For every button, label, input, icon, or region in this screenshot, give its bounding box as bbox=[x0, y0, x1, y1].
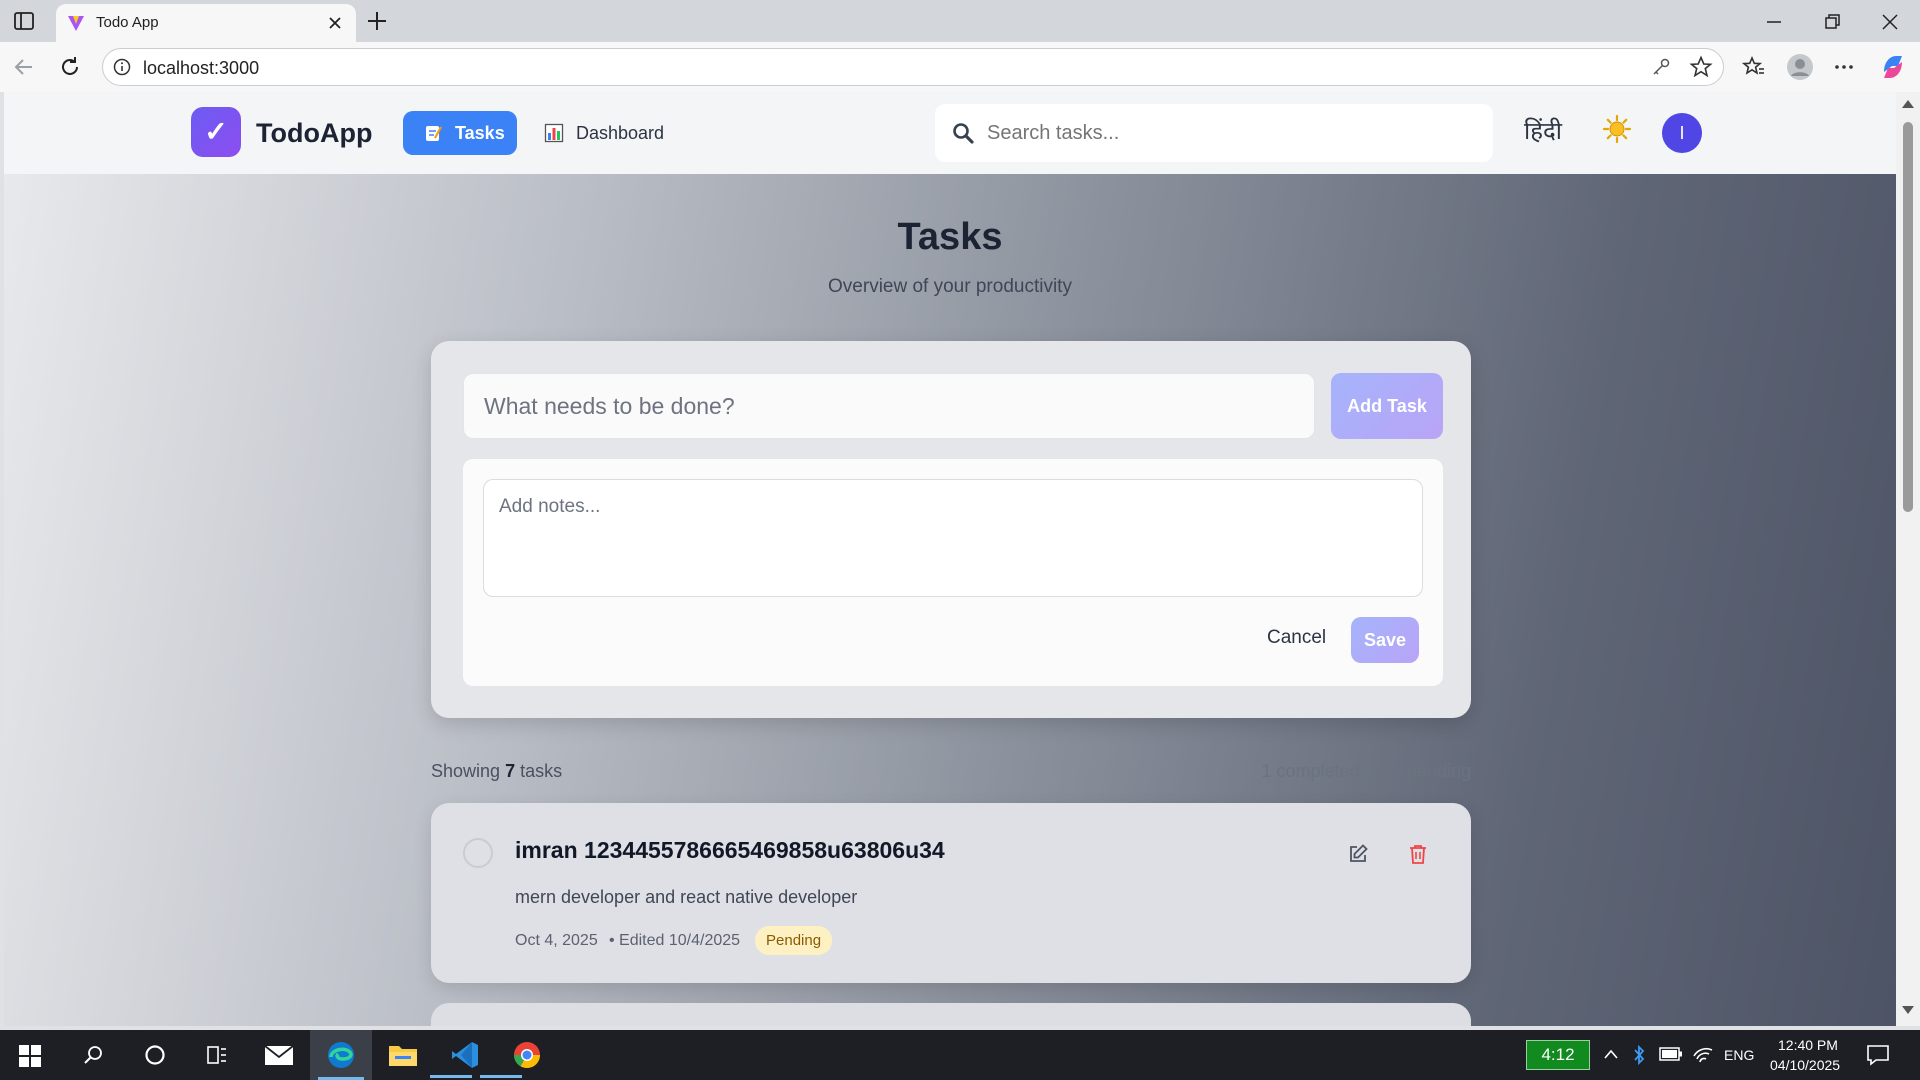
notes-panel: Cancel Save bbox=[463, 459, 1443, 686]
notifications-icon[interactable] bbox=[1866, 1043, 1890, 1067]
folder-icon bbox=[388, 1041, 418, 1069]
task-item: imran 1234455786665469858u63806u34 mern … bbox=[431, 803, 1471, 983]
vite-favicon-icon bbox=[66, 13, 86, 33]
delete-icon[interactable] bbox=[1407, 843, 1429, 865]
copilot-icon[interactable] bbox=[1878, 52, 1908, 82]
showing-suffix: tasks bbox=[520, 761, 563, 781]
battery-timer[interactable]: 4:12 bbox=[1526, 1040, 1590, 1070]
more-options-icon[interactable] bbox=[1832, 55, 1856, 79]
cortana-circle-icon bbox=[144, 1044, 166, 1066]
status-badge: Pending bbox=[755, 926, 833, 955]
language-toggle[interactable]: हिंदी bbox=[1524, 114, 1562, 147]
battery-icon[interactable] bbox=[1659, 1047, 1683, 1061]
task-description: mern developer and react native develope… bbox=[515, 887, 858, 907]
scroll-up-icon[interactable] bbox=[1902, 100, 1914, 108]
nav-tab-label: Tasks bbox=[455, 123, 505, 143]
search-icon bbox=[951, 121, 975, 145]
page-subtitle: Overview of your productivity bbox=[828, 276, 1072, 297]
page-viewport: ✓ TodoApp Tasks Dashboard हिंदी bbox=[4, 92, 1896, 1026]
mail-icon bbox=[264, 1043, 294, 1067]
completed-count: 1 completed bbox=[1261, 761, 1360, 781]
favorite-star-icon[interactable] bbox=[1689, 55, 1713, 79]
task-view-icon bbox=[206, 1044, 228, 1066]
new-task-card: Add Task Cancel Save bbox=[431, 341, 1471, 718]
nav-tab-label: Dashboard bbox=[576, 123, 665, 143]
task-count-summary: Showing 7 tasks bbox=[431, 761, 562, 782]
cancel-button[interactable]: Cancel bbox=[1267, 627, 1326, 649]
nav-tab-dashboard[interactable]: Dashboard bbox=[544, 111, 674, 155]
new-tab-icon[interactable] bbox=[364, 8, 390, 34]
task-count: 7 bbox=[505, 761, 516, 781]
favorites-icon[interactable] bbox=[1742, 55, 1766, 79]
scrollbar-thumb[interactable] bbox=[1903, 122, 1913, 512]
wifi-icon[interactable] bbox=[1692, 1044, 1714, 1064]
bluetooth-icon[interactable] bbox=[1632, 1044, 1646, 1066]
search-icon bbox=[82, 1044, 104, 1066]
tab-title: Todo App bbox=[96, 14, 159, 31]
close-window-icon[interactable] bbox=[1880, 12, 1900, 32]
app-logo[interactable]: ✓ bbox=[191, 107, 241, 157]
memo-icon bbox=[423, 123, 443, 143]
sidebar-toggle-icon[interactable] bbox=[12, 9, 36, 33]
running-indicator bbox=[480, 1075, 522, 1078]
taskbar-chrome[interactable] bbox=[496, 1030, 558, 1080]
task-complete-checkbox[interactable] bbox=[463, 838, 493, 868]
user-avatar[interactable]: I bbox=[1662, 113, 1702, 153]
start-button[interactable] bbox=[0, 1030, 62, 1080]
input-language[interactable]: ENG bbox=[1724, 1047, 1754, 1063]
count-separator: • bbox=[1372, 761, 1379, 781]
save-button[interactable]: Save bbox=[1351, 617, 1419, 663]
browser-tab[interactable]: Todo App bbox=[56, 4, 356, 42]
brand-name[interactable]: TodoApp bbox=[256, 118, 372, 149]
taskbar-mail[interactable] bbox=[248, 1030, 310, 1080]
taskbar-file-explorer[interactable] bbox=[372, 1030, 434, 1080]
cortana-button[interactable] bbox=[124, 1030, 186, 1080]
taskbar-vscode[interactable] bbox=[434, 1030, 496, 1080]
nav-tab-tasks[interactable]: Tasks bbox=[403, 111, 517, 155]
pending-count: 6 pending bbox=[1391, 761, 1471, 781]
search-box[interactable] bbox=[935, 104, 1493, 162]
bar-chart-icon bbox=[544, 123, 564, 143]
edge-icon bbox=[326, 1040, 356, 1070]
clock-time[interactable]: 12:40 PM bbox=[1778, 1037, 1838, 1053]
scroll-down-icon[interactable] bbox=[1902, 1006, 1914, 1014]
back-icon[interactable] bbox=[12, 55, 36, 79]
new-task-input[interactable] bbox=[463, 373, 1315, 439]
completion-counts: 1 completed • 6 pending bbox=[1262, 761, 1471, 782]
chevron-up-icon[interactable] bbox=[1603, 1048, 1619, 1060]
taskbar-edge[interactable] bbox=[310, 1030, 372, 1080]
task-edited: • Edited 10/4/2025 bbox=[609, 932, 741, 949]
running-indicator bbox=[430, 1075, 472, 1078]
page-scrollbar[interactable] bbox=[1896, 92, 1920, 1026]
task-title: imran 1234455786665469858u63806u34 bbox=[515, 837, 945, 863]
add-task-button[interactable]: Add Task bbox=[1331, 373, 1443, 439]
task-date: Oct 4, 2025 bbox=[515, 932, 598, 949]
windows-taskbar: 4:12 ENG 12:40 PM 04/10/2025 bbox=[0, 1030, 1920, 1080]
reload-icon[interactable] bbox=[58, 55, 82, 79]
profile-icon[interactable] bbox=[1786, 53, 1814, 81]
close-tab-icon[interactable] bbox=[326, 14, 344, 32]
address-bar[interactable]: localhost:3000 bbox=[102, 48, 1724, 86]
vscode-icon bbox=[450, 1040, 480, 1070]
browser-toolbar: localhost:3000 bbox=[0, 42, 1920, 92]
taskbar-search-button[interactable] bbox=[62, 1030, 124, 1080]
task-item bbox=[431, 1003, 1471, 1026]
search-input[interactable] bbox=[987, 104, 1467, 162]
showing-prefix: Showing bbox=[431, 761, 501, 781]
app-navbar: ✓ TodoApp Tasks Dashboard हिंदी bbox=[4, 92, 1896, 174]
chrome-icon bbox=[512, 1040, 542, 1070]
task-view-button[interactable] bbox=[186, 1030, 248, 1080]
windows-logo-icon bbox=[19, 1045, 41, 1067]
notes-textarea[interactable] bbox=[483, 479, 1423, 597]
restore-icon[interactable] bbox=[1822, 12, 1842, 32]
theme-toggle-sun-icon[interactable] bbox=[1602, 114, 1632, 144]
page-title: Tasks bbox=[897, 216, 1003, 258]
site-info-icon[interactable] bbox=[113, 58, 131, 76]
edit-icon[interactable] bbox=[1347, 843, 1369, 865]
minimize-icon[interactable] bbox=[1764, 12, 1784, 32]
url-text: localhost:3000 bbox=[143, 58, 260, 78]
key-icon[interactable] bbox=[1651, 57, 1671, 77]
clock-date[interactable]: 04/10/2025 bbox=[1770, 1057, 1840, 1073]
browser-tab-bar: Todo App bbox=[0, 0, 1920, 42]
